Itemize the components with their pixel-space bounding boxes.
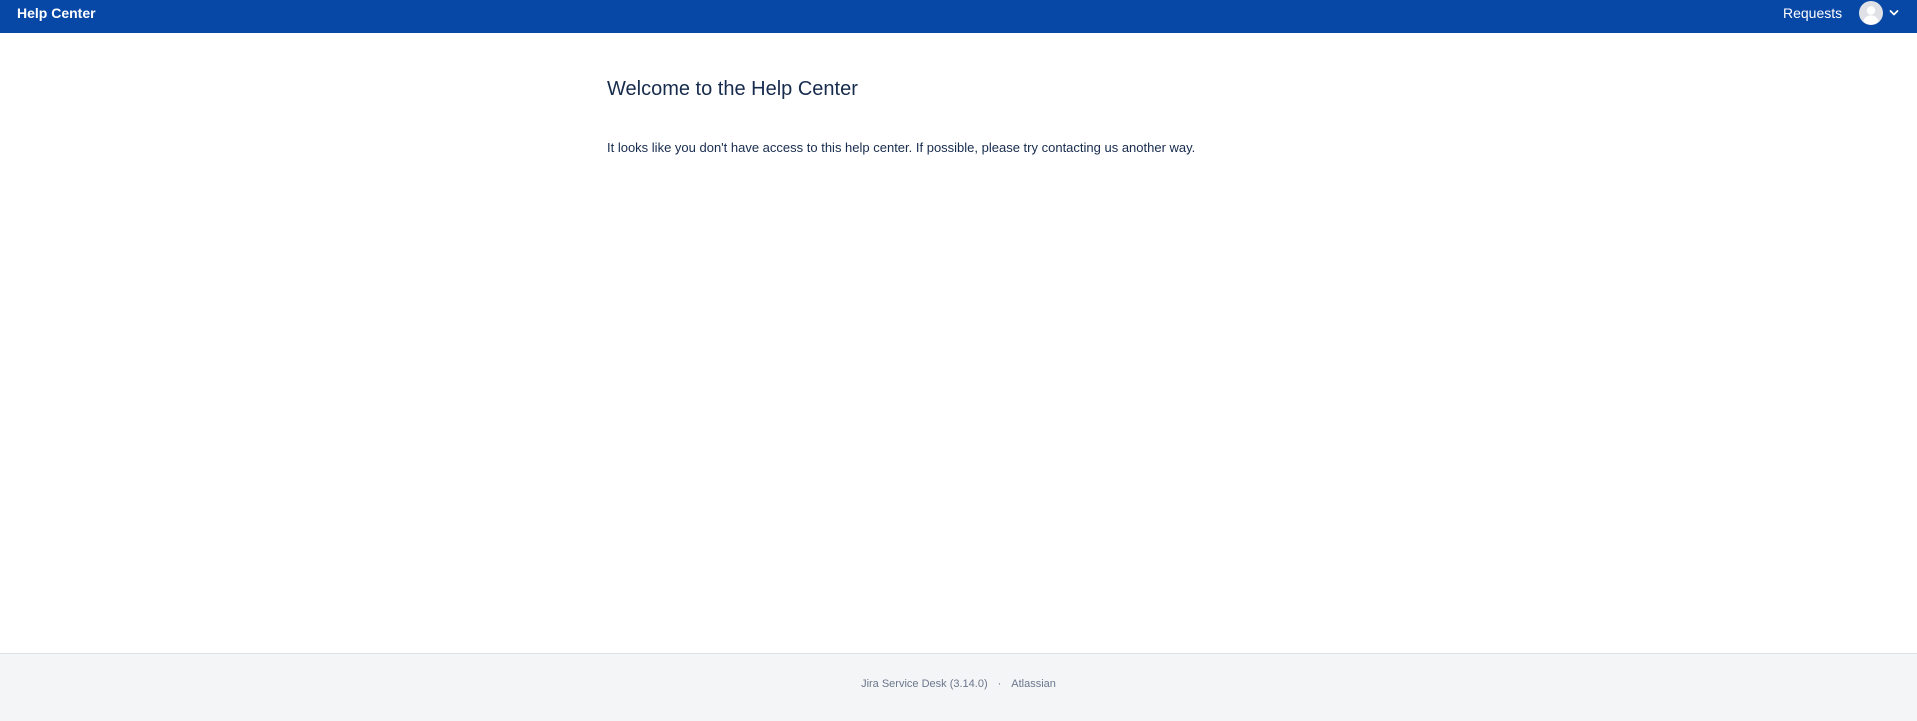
footer-links: Jira Service Desk (3.14.0) · Atlassian	[0, 678, 1917, 690]
footer-separator: ·	[997, 678, 1002, 690]
chevron-down-icon	[1889, 10, 1899, 16]
page-title: Welcome to the Help Center	[607, 78, 858, 100]
main-content: Welcome to the Help Center It looks like…	[607, 76, 1327, 157]
footer: Jira Service Desk (3.14.0) · Atlassian	[0, 653, 1917, 721]
help-center-home-link[interactable]: Help Center	[17, 0, 96, 27]
requests-link[interactable]: Requests	[1783, 0, 1842, 27]
atlassian-link[interactable]: Atlassian	[1011, 678, 1056, 690]
profile-menu-button[interactable]	[1859, 1, 1903, 25]
access-denied-message: It looks like you don't have access to t…	[607, 140, 1196, 155]
user-avatar-icon	[1859, 1, 1883, 25]
top-navigation-bar: Help Center Requests	[0, 0, 1917, 33]
product-link[interactable]: Jira Service Desk (3.14.0)	[861, 678, 988, 690]
